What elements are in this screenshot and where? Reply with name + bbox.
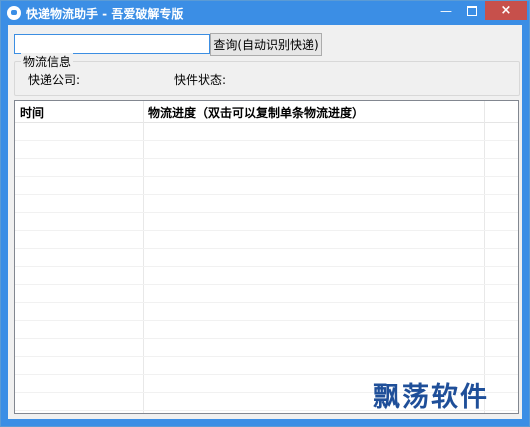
row-gridline bbox=[15, 338, 518, 339]
tracking-list[interactable]: 时间 物流进度（双击可以复制单条物流进度） bbox=[14, 100, 519, 414]
row-gridline bbox=[15, 230, 518, 231]
row-gridline bbox=[15, 302, 518, 303]
app-icon bbox=[7, 6, 21, 20]
list-header: 时间 物流进度（双击可以复制单条物流进度） bbox=[15, 101, 518, 123]
maximize-button[interactable] bbox=[459, 1, 485, 20]
row-gridline bbox=[15, 194, 518, 195]
watermark-logo: 飘荡软件 bbox=[373, 382, 489, 413]
close-button[interactable]: × bbox=[485, 1, 527, 20]
title-bar[interactable]: 快递物流助手 - 吾爱破解专版 — × bbox=[1, 1, 529, 25]
window-title: 快递物流助手 - 吾爱破解专版 bbox=[26, 7, 184, 21]
maximize-icon bbox=[467, 5, 477, 16]
row-gridline bbox=[15, 176, 518, 177]
row-gridline bbox=[15, 212, 518, 213]
column-divider[interactable] bbox=[143, 101, 144, 413]
row-gridline bbox=[15, 266, 518, 267]
parcel-status-label: 快件状态: bbox=[174, 73, 227, 87]
client-area: 查询(自动识别快递) 物流信息 快递公司: 快件状态: 时间 物流进度（双击可以… bbox=[8, 25, 522, 419]
logistics-info-title: 物流信息 bbox=[21, 53, 74, 70]
row-gridline bbox=[15, 284, 518, 285]
row-gridline bbox=[15, 320, 518, 321]
minimize-button[interactable]: — bbox=[433, 1, 459, 20]
column-divider[interactable] bbox=[484, 101, 485, 413]
row-gridline bbox=[15, 158, 518, 159]
column-header-time[interactable]: 时间 bbox=[20, 104, 44, 121]
courier-company-label: 快递公司: bbox=[28, 73, 81, 87]
tracking-number-input[interactable] bbox=[14, 34, 210, 54]
row-gridline bbox=[15, 356, 518, 357]
row-gridline bbox=[15, 140, 518, 141]
query-button[interactable]: 查询(自动识别快递) bbox=[210, 33, 322, 56]
logistics-info-group bbox=[14, 61, 520, 96]
row-gridline bbox=[15, 248, 518, 249]
app-window: 快递物流助手 - 吾爱破解专版 — × 查询(自动识别快递) 物流信息 快递公司… bbox=[0, 0, 530, 427]
column-header-progress[interactable]: 物流进度（双击可以复制单条物流进度） bbox=[148, 104, 364, 121]
